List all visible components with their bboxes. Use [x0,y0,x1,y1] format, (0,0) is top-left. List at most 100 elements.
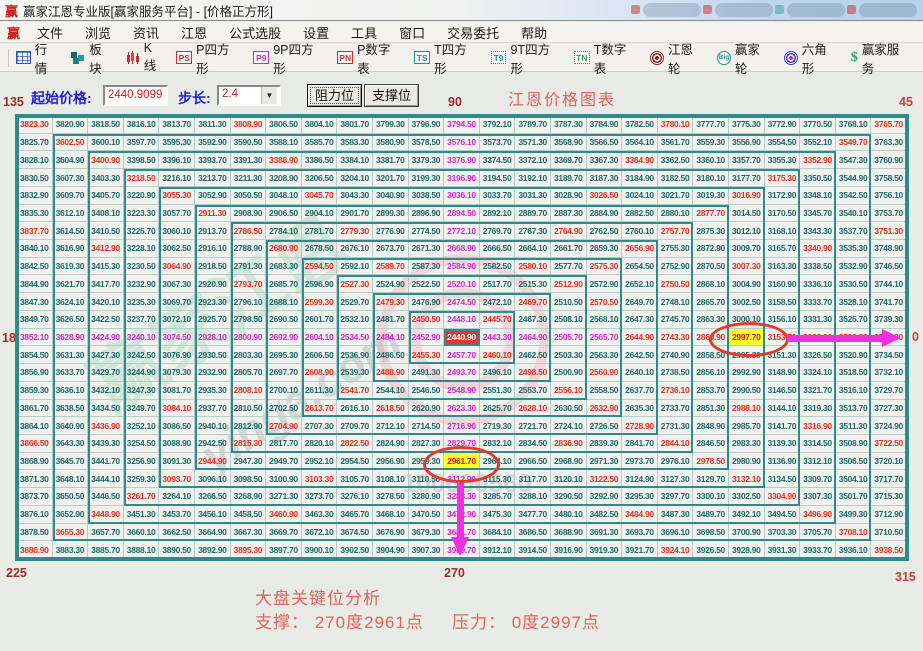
grid-cell: 3902.50 [337,541,373,559]
grid-cell: 2944.90 [194,452,231,471]
grid-cell: 2990.50 [728,381,765,400]
grid-cell: 3808.90 [230,116,267,134]
grid-cell: 3136.90 [764,452,801,471]
grid-cell: 2901.70 [337,204,373,223]
grid-cell: 3928.90 [728,541,765,559]
grid-cell: 2685.70 [266,275,302,294]
grid-cell: 3588.10 [266,133,302,152]
grid-cell: 3936.10 [835,541,872,559]
grid-cell: 2455.30 [408,346,445,365]
grid-cell: 3024.10 [622,186,658,205]
toolbar-item-3[interactable]: K线 [125,39,164,77]
toolbar-item-1[interactable]: 行情 [15,39,59,77]
grid-cell: 3340.90 [800,240,836,258]
grid-cell: 2976.10 [657,452,694,471]
grid-cell: 2565.70 [586,328,623,347]
grid-cell: 3823.30 [17,116,53,134]
grid-cell: 3518.50 [835,364,872,382]
grid-cell: 3319.30 [800,399,836,418]
toolbar-item-10[interactable]: 江恩轮 [650,39,705,77]
grid-cell: 3386.50 [301,151,338,170]
grid-cell: 3492.10 [728,505,765,524]
grid-cell: 2774.50 [408,222,445,241]
resistance-level-button[interactable]: 阻力位 [307,84,362,107]
grid-cell: 3489.70 [693,505,729,524]
grid-cell: 3897.70 [266,541,302,559]
grid-cell: 3756.10 [871,186,907,205]
blocks-icon [71,51,85,64]
toolbar-item-2[interactable]: 板块 [71,39,113,77]
grid-cell: 2776.90 [372,222,409,241]
grid-cell: 3004.90 [728,275,765,294]
grid-cell: 3201.70 [372,169,409,187]
grid-cell: 3748.90 [871,240,907,258]
grid-cell: 3799.30 [372,116,409,134]
grid-cell: 3892.90 [194,541,231,559]
support-level-button[interactable]: 支撑位 [364,84,419,107]
resistance-arrow-shaft [787,335,882,342]
grid-cell: 3160.90 [764,275,801,294]
grid-cell: 2673.70 [372,240,409,258]
grid-cell: 3369.70 [550,151,587,170]
grid-cell: 3530.50 [835,275,872,294]
grid-cell: 3542.50 [835,186,872,205]
grid-cell: 3129.70 [693,470,729,489]
toolbar-item-label: 9P四方形 [273,42,314,76]
grid-cell: 3333.70 [800,293,836,311]
grid-cell: 3691.30 [586,523,623,542]
grid-cell: 3631.30 [52,346,89,365]
grid-cell: 2935.30 [194,381,231,400]
grid-cell: 3504.10 [835,470,872,489]
grid-cell: 2594.50 [301,257,338,276]
grid-cell: 2589.70 [372,257,409,276]
grid-cell: 3122.50 [586,470,623,489]
grid-cell: 3528.10 [835,293,872,311]
grid-cell: 3427.30 [88,346,124,365]
start-price-input[interactable]: 2440.9099 [103,85,168,106]
grid-cell: 3158.50 [764,293,801,311]
grid-cell: 2908.90 [230,204,267,223]
grid-cell: 2503.30 [550,346,587,365]
grid-cell: 2815.30 [230,434,267,453]
grid-cell: 2714.50 [408,417,445,435]
grid-cell: 2457.70 [444,346,480,365]
grid-cell: 3933.70 [800,541,836,559]
toolbar-item-5[interactable]: P9 9P四方形 [253,39,325,77]
toolbar-item-12[interactable]: 六角形 [783,39,839,77]
grid-cell: 2618.50 [372,399,409,418]
grid-cell: 3919.30 [586,541,623,559]
support-arrow-head-icon [451,537,469,556]
grid-cell: 2954.50 [337,452,373,471]
grid-cell: 2599.30 [301,293,338,311]
grid-cell: 3868.90 [17,452,53,471]
step-combobox[interactable]: 2.4 ▼ [217,85,281,106]
grid-cell: 2479.30 [372,293,409,311]
toolbar-item-8[interactable]: T9 9T四方形 [490,39,562,77]
resistance-ellipse [709,322,789,357]
grid-cell: 2906.50 [266,204,302,223]
step-value[interactable]: 2.4 [219,87,261,104]
grid-cell: 3168.10 [764,222,801,241]
grid-cell: 3573.70 [479,133,516,152]
toolbar-item-9[interactable]: TN T数字表 [573,39,638,77]
chevron-down-icon[interactable]: ▼ [261,87,277,104]
grid-cell: 2817.70 [266,434,302,453]
grid-cell: 3033.70 [479,186,516,205]
grid-cell: 3852.10 [17,328,53,347]
grid-cell: 3271.30 [266,488,302,506]
grid-cell: 2899.30 [372,204,409,223]
toolbar-item-4[interactable]: PS P四方形 [176,39,241,77]
toolbar-item-6[interactable]: PN P数字表 [337,39,402,77]
grid-cell: 3372.10 [515,151,551,170]
grid-cell: 3506.50 [835,452,872,471]
ghost-tab [847,3,917,17]
grid-cell: 3753.70 [871,204,907,223]
grid-cell: 3816.10 [123,116,160,134]
toolbar-item-7[interactable]: TS T四方形 [414,39,478,77]
grid-cell: 3016.90 [728,186,765,205]
grid-cell: 3662.50 [159,523,195,542]
toolbar-item-13[interactable]: $ 赢家服务 [851,39,911,77]
grid-cell: 3002.50 [728,293,765,311]
toolbar-item-11[interactable]: Big 赢家轮 [717,39,772,77]
grid-cell: 3304.90 [764,488,801,506]
